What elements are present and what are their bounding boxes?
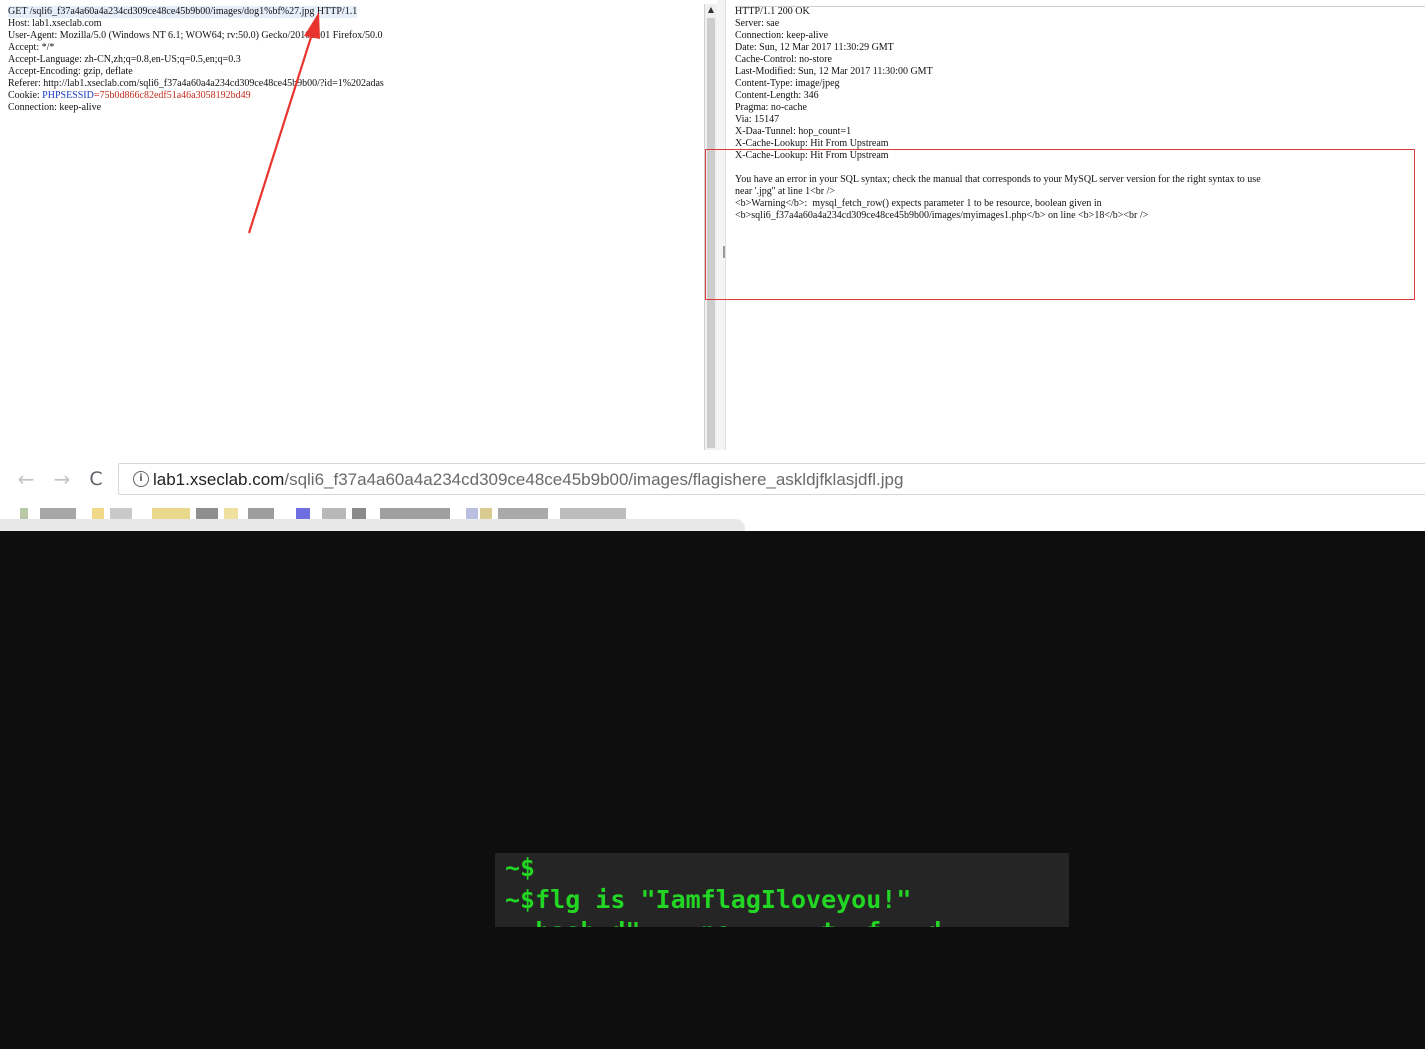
back-icon[interactable]: ← — [14, 467, 38, 491]
request-header-host: Host: lab1.xseclab.com — [8, 18, 102, 29]
response-header-connection: Connection: keep-alive — [735, 30, 829, 41]
request-line: GET /sqli6_f37a4a60a4a234cd309ce48ce45b9… — [8, 6, 358, 18]
request-header-connection: Connection: keep-alive — [8, 102, 102, 113]
response-header-cache-lookup: X-Cache-Lookup: Hit From Upstream — [735, 138, 889, 149]
request-header-user-agent: User-Agent: Mozilla/5.0 (Windows NT 6.1;… — [8, 30, 383, 41]
response-header-content-type: Content-Type: image/jpeg — [735, 78, 840, 89]
terminal-line: ~$ — [505, 853, 536, 882]
url-path: /sqli6_f37a4a60a4a234cd309ce48ce45b9b00/… — [284, 470, 904, 489]
response-header-pragma: Pragma: no-cache — [735, 102, 807, 113]
cookie-value: =75b0d866c82edf51a46a3058192bd49 — [93, 90, 251, 101]
response-status-line: HTTP/1.1 200 OK — [735, 6, 810, 17]
forward-icon[interactable]: → — [50, 467, 74, 491]
image-viewer — [0, 531, 1425, 1049]
flag-terminal-image: ~$ ~$flg is "IamflagIloveyou!" hash d" n… — [495, 853, 1069, 927]
request-pane[interactable]: GET /sqli6_f37a4a60a4a234cd309ce48ce45b9… — [0, 0, 704, 450]
scroll-up-icon[interactable]: ▲ — [705, 4, 717, 16]
reload-icon[interactable]: C — [84, 467, 108, 491]
url-host: lab1.xseclab.com — [153, 470, 285, 489]
site-info-icon[interactable]: i — [133, 471, 149, 487]
response-header-content-length: Content-Length: 346 — [735, 90, 819, 101]
request-text[interactable]: GET /sqli6_f37a4a60a4a234cd309ce48ce45b9… — [8, 6, 384, 114]
request-header-accept-encoding: Accept-Encoding: gzip, deflate — [8, 66, 133, 77]
error-highlight-box — [705, 149, 1415, 300]
address-bar[interactable]: i lab1.xseclab.com/sqli6_f37a4a60a4a234c… — [118, 463, 1425, 495]
url-text[interactable]: lab1.xseclab.com/sqli6_f37a4a60a4a234cd3… — [153, 470, 903, 490]
response-header-via: Via: 15147 — [735, 114, 780, 125]
browser-toolbar: ← → C i lab1.xseclab.com/sqli6_f37a4a60a… — [0, 459, 1425, 499]
terminal-line: hash d" ne t f d — [505, 917, 941, 927]
cookie-name: PHPSESSID — [42, 90, 94, 101]
terminal-line: ~$flg is "IamflagIloveyou!" — [505, 885, 912, 914]
request-header-accept: Accept: */* — [8, 42, 55, 53]
request-header-referer: Referer: http://lab1.xseclab.com/sqli6_f… — [8, 78, 384, 89]
request-header-cookie-label: Cookie: — [8, 90, 43, 101]
response-header-cache-control: Cache-Control: no-store — [735, 54, 832, 65]
response-header-date: Date: Sun, 12 Mar 2017 11:30:29 GMT — [735, 42, 894, 53]
response-header-server: Server: sae — [735, 18, 780, 29]
response-header-last-modified: Last-Modified: Sun, 12 Mar 2017 11:30:00… — [735, 66, 933, 77]
request-header-accept-language: Accept-Language: zh-CN,zh;q=0.8,en-US;q=… — [8, 54, 241, 65]
response-header-daa-tunnel: X-Daa-Tunnel: hop_count=1 — [735, 126, 852, 137]
